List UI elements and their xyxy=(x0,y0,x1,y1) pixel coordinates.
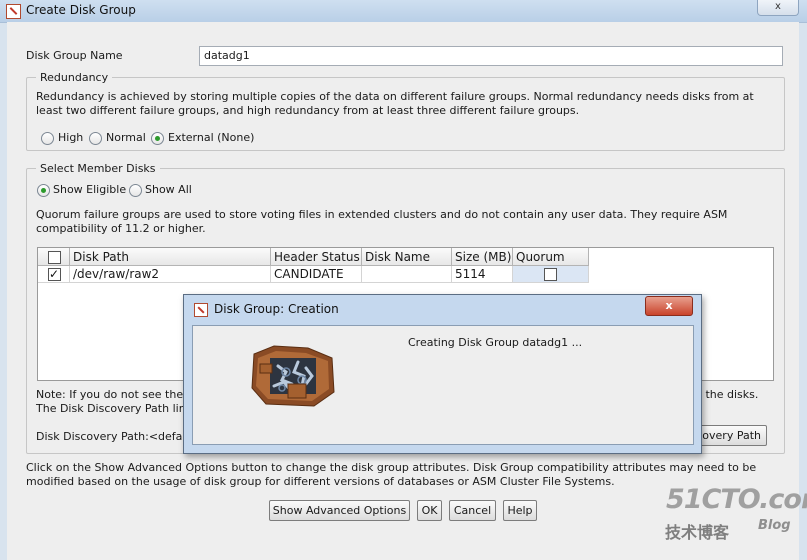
row-select-checkbox[interactable] xyxy=(48,266,61,282)
cell-disk-path: /dev/raw/raw2 xyxy=(70,266,271,283)
disk-group-creation-icon xyxy=(251,345,335,407)
popup-app-icon xyxy=(194,303,208,317)
watermark-sub-cn: 技术博客 xyxy=(665,523,730,542)
column-header-header-status[interactable]: Header Status xyxy=(271,248,362,266)
cancel-button[interactable]: Cancel xyxy=(449,500,496,521)
redundancy-description: Redundancy is achieved by storing multip… xyxy=(36,90,754,117)
column-header-size[interactable]: Size (MB) xyxy=(452,248,513,266)
redundancy-legend: Redundancy xyxy=(36,71,113,84)
select-all-header xyxy=(38,248,70,266)
watermark-brand: 51CTO.com xyxy=(666,484,807,515)
cell-quorum xyxy=(513,266,589,283)
radio-show-eligible[interactable] xyxy=(37,184,50,197)
radio-external-label: External (None) xyxy=(168,131,255,144)
radio-high-label: High xyxy=(58,131,84,144)
radio-show-eligible-label: Show Eligible xyxy=(53,183,127,196)
app-icon xyxy=(6,4,21,19)
radio-show-all[interactable] xyxy=(129,184,142,197)
window-title: Create Disk Group xyxy=(26,3,136,17)
row-select-cell xyxy=(38,266,70,283)
column-header-disk-path[interactable]: Disk Path xyxy=(70,248,271,266)
radio-normal[interactable] xyxy=(89,132,102,145)
creation-message: Creating Disk Group datadg1 ... xyxy=(408,336,583,349)
quorum-note: Quorum failure groups are used to store … xyxy=(36,208,728,235)
note-line-2: The Disk Discovery Path lim xyxy=(36,402,190,415)
column-header-quorum[interactable]: Quorum xyxy=(513,248,589,266)
window-close-button[interactable]: x xyxy=(757,0,799,16)
dialog-client: Disk Group Name datadg1 Redundancy Redun… xyxy=(7,22,807,560)
help-button[interactable]: Help xyxy=(503,500,537,521)
ok-button[interactable]: OK xyxy=(417,500,442,521)
disk-group-name-label: Disk Group Name xyxy=(26,49,123,62)
disk-group-name-input[interactable]: datadg1 xyxy=(199,46,783,66)
quorum-checkbox[interactable] xyxy=(544,268,557,281)
note-line-1: Note: If you do not see the d xyxy=(36,388,194,401)
radio-high[interactable] xyxy=(41,132,54,145)
cell-disk-name xyxy=(362,266,452,283)
cell-header-status: CANDIDATE xyxy=(271,266,362,283)
select-all-checkbox[interactable] xyxy=(48,251,61,264)
column-header-disk-name[interactable]: Disk Name xyxy=(362,248,452,266)
radio-normal-label: Normal xyxy=(106,131,146,144)
radio-external[interactable] xyxy=(151,132,164,145)
radio-show-all-label: Show All xyxy=(145,183,192,196)
cell-size: 5114 xyxy=(452,266,513,283)
popup-body: Creating Disk Group datadg1 ... xyxy=(192,325,694,445)
watermark-sub-en: Blog xyxy=(758,518,791,533)
note-line-1-end: n the disks. xyxy=(695,388,759,401)
creation-progress-dialog: Disk Group: Creation x Creating Disk Gro… xyxy=(183,294,702,454)
popup-close-button[interactable]: x xyxy=(645,296,693,316)
popup-title: Disk Group: Creation xyxy=(214,302,339,316)
disk-discovery-path-label: Disk Discovery Path:<defau xyxy=(36,430,190,443)
member-disks-legend: Select Member Disks xyxy=(36,162,160,175)
show-advanced-options-button[interactable]: Show Advanced Options xyxy=(269,500,410,521)
window-titlebar: Create Disk Group x xyxy=(0,0,807,23)
